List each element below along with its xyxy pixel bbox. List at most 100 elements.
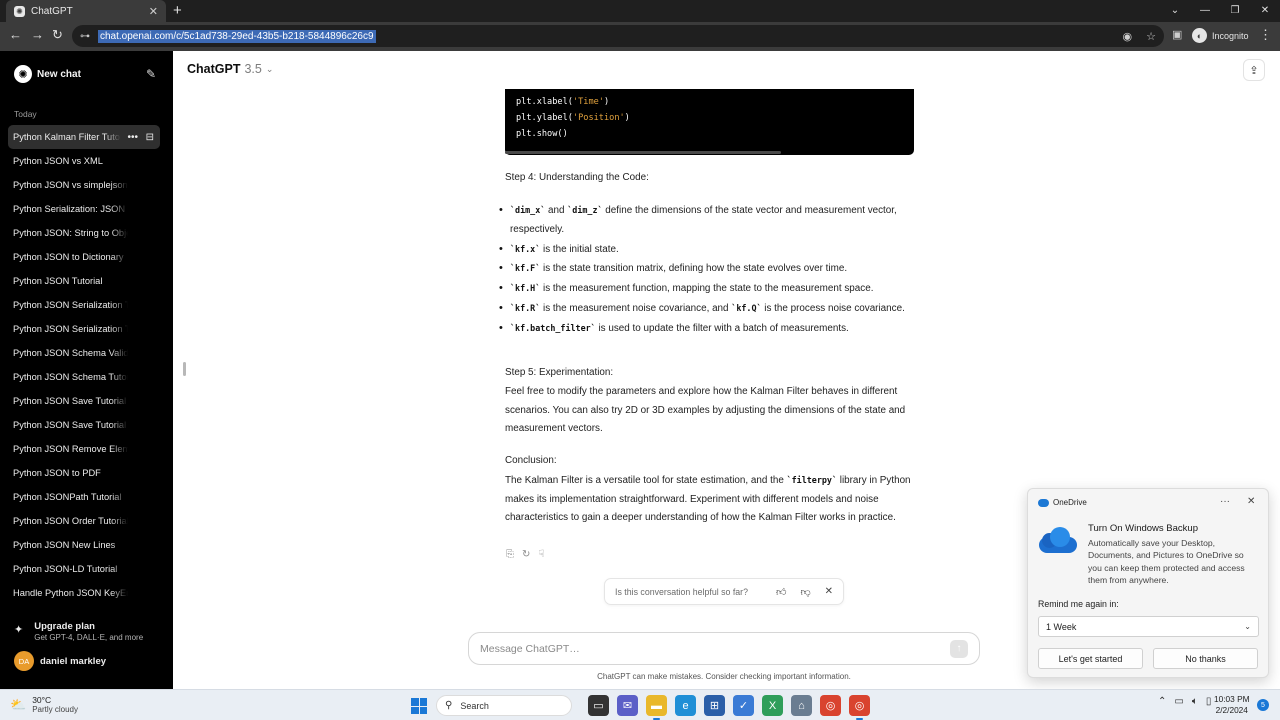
- history-item[interactable]: Python JSON Schema Tutorial: [8, 365, 160, 389]
- taskbar-search[interactable]: ⚲ Search: [436, 695, 572, 716]
- close-window-icon[interactable]: ✕: [1250, 0, 1280, 22]
- copy-icon[interactable]: ⎘: [506, 549, 514, 560]
- feedback-prompt: Is this conversation helpful so far? 👍︎ …: [604, 578, 844, 605]
- chevron-down-icon[interactable]: ⌄: [1160, 0, 1190, 22]
- battery-icon[interactable]: ▯: [1206, 696, 1212, 707]
- upgrade-plan-button[interactable]: ✦ Upgrade plan Get GPT-4, DALL·E, and mo…: [14, 621, 143, 642]
- history-item[interactable]: Python Kalman Filter Tutorial ••• ⊟: [8, 125, 160, 149]
- chrome-incognito-icon[interactable]: ◎: [849, 695, 870, 720]
- history-item[interactable]: Python Serialization: JSON vs Pickle: [8, 197, 160, 221]
- incognito-eye-icon[interactable]: ◉: [1123, 30, 1133, 43]
- model-version: 3.5: [244, 62, 262, 76]
- new-chat-button[interactable]: ✺ New chat ✎: [8, 63, 160, 85]
- show-hidden-icons-icon[interactable]: ⌃: [1158, 696, 1166, 707]
- history-item[interactable]: Python JSON to Dictionary: [8, 245, 160, 269]
- close-tab-icon[interactable]: ✕: [149, 5, 158, 18]
- task-view-icon[interactable]: ▭: [588, 695, 609, 716]
- forward-icon[interactable]: →: [31, 27, 44, 42]
- message-input[interactable]: [480, 642, 950, 655]
- back-icon[interactable]: ←: [9, 27, 22, 42]
- history-item[interactable]: Python JSON Order Tutorial: [8, 509, 160, 533]
- history-item[interactable]: Python JSON Tutorial: [8, 269, 160, 293]
- send-button[interactable]: ↑: [950, 639, 968, 658]
- model-selector[interactable]: ChatGPT 3.5 ⌄: [187, 62, 273, 76]
- sidebar: ✺ New chat ✎ Today Python Kalman Filter …: [0, 51, 173, 689]
- notification-badge[interactable]: 5: [1257, 699, 1269, 711]
- code-scrollbar[interactable]: [505, 151, 781, 154]
- app-icon[interactable]: ✓: [733, 695, 754, 716]
- browser-tab[interactable]: ✺ ChatGPT ✕: [6, 0, 166, 22]
- close-icon[interactable]: ✕: [825, 586, 833, 598]
- list-item: `kf.R` is the measurement noise covarian…: [498, 299, 914, 319]
- no-thanks-button[interactable]: No thanks: [1153, 648, 1258, 669]
- thumbs-up-icon[interactable]: 👍︎: [776, 586, 786, 598]
- network-app-icon[interactable]: ⌂: [791, 695, 812, 716]
- site-info-icon[interactable]: ⊶: [80, 31, 90, 42]
- restore-icon[interactable]: ❐: [1220, 0, 1250, 22]
- reload-icon[interactable]: ↻: [52, 27, 63, 43]
- onedrive-notification: OneDrive ··· ✕ Turn On Windows Backup Au…: [1027, 488, 1269, 678]
- url-text[interactable]: chat.openai.com/c/5c1ad738-29ed-43b5-b21…: [98, 29, 376, 43]
- regenerate-icon[interactable]: ↻: [522, 549, 530, 560]
- close-icon[interactable]: ✕: [1247, 496, 1255, 507]
- incognito-indicator[interactable]: ◐ Incognito: [1192, 28, 1249, 43]
- side-panel-icon[interactable]: ▣: [1172, 28, 1182, 41]
- remind-dropdown[interactable]: 1 Week ⌄: [1038, 616, 1259, 637]
- more-options-icon[interactable]: ···: [1220, 496, 1230, 507]
- history-item[interactable]: Python JSON-LD Tutorial: [8, 557, 160, 581]
- history-item-label: Python JSON: String to Object: [13, 228, 128, 238]
- clock-time: 10:03 PM: [1214, 694, 1250, 704]
- edge-icon[interactable]: e: [675, 695, 696, 716]
- history-item[interactable]: Python JSON to PDF: [8, 461, 160, 485]
- chatgpt-favicon-icon: ✺: [14, 5, 25, 17]
- thumbs-down-icon[interactable]: 👎︎: [800, 586, 810, 598]
- history-item[interactable]: Handle Python JSON KeyError: [8, 581, 160, 605]
- weather-widget[interactable]: ⛅ 30°C Partly cloudy: [10, 695, 78, 714]
- temperature: 30°C: [32, 695, 52, 705]
- new-tab-icon[interactable]: +: [173, 2, 182, 19]
- archive-icon[interactable]: ⊟: [146, 132, 154, 143]
- history-item[interactable]: Python JSON Save Tutorial: [8, 389, 160, 413]
- network-icon[interactable]: ▭: [1174, 696, 1183, 707]
- history-item[interactable]: Python JSON Serialization Tutorial: [8, 293, 160, 317]
- onedrive-icon: [1038, 498, 1049, 507]
- search-icon: ⚲: [445, 700, 453, 711]
- lets-get-started-button[interactable]: Let's get started: [1038, 648, 1143, 669]
- user-menu[interactable]: DA daniel markley: [14, 651, 106, 671]
- file-explorer-icon[interactable]: ▬: [646, 695, 667, 720]
- history-item-label: Python JSON Save Tutorial: [13, 396, 127, 406]
- browser-menu-icon[interactable]: ⋮: [1259, 27, 1272, 43]
- history-item[interactable]: Python JSON vs simplejson: [8, 173, 160, 197]
- history-item[interactable]: Python JSON Remove Element: [8, 437, 160, 461]
- compose-icon[interactable]: ✎: [146, 67, 156, 81]
- bookmark-star-icon[interactable]: ☆: [1146, 30, 1156, 43]
- teams-chat-icon[interactable]: ✉: [617, 695, 638, 716]
- browser-toolbar: ← → ↻ ⊶ chat.openai.com/c/5c1ad738-29ed-…: [0, 22, 1280, 51]
- history-item[interactable]: Python JSON: String to Object: [8, 221, 160, 245]
- sidebar-collapse-handle[interactable]: [183, 362, 186, 376]
- browser-tab-bar: ✺ ChatGPT ✕ + ⌄ — ❐ ✕: [0, 0, 1280, 22]
- conclusion-section: Conclusion: The Kalman Filter is a versa…: [505, 452, 917, 528]
- more-options-icon[interactable]: •••: [127, 132, 138, 143]
- chrome-icon[interactable]: ◎: [820, 695, 841, 716]
- excel-icon[interactable]: X: [762, 695, 783, 716]
- history-item[interactable]: Python JSON Save Tutorial: [8, 413, 160, 437]
- history-item-label: Python JSON-LD Tutorial: [13, 564, 118, 574]
- minimize-icon[interactable]: —: [1190, 0, 1220, 22]
- list-item: `kf.H` is the measurement function, mapp…: [498, 279, 914, 299]
- store-icon[interactable]: ⊞: [704, 695, 725, 716]
- address-bar[interactable]: ⊶ chat.openai.com/c/5c1ad738-29ed-43b5-b…: [72, 25, 1164, 47]
- history-item[interactable]: Python JSON New Lines: [8, 533, 160, 557]
- history-item-label: Python JSON Save Tutorial: [13, 420, 127, 430]
- windows-start-icon[interactable]: [411, 698, 427, 714]
- history-item-label: Python JSON Serialization Tutorial: [13, 324, 128, 334]
- share-button[interactable]: ⇪: [1243, 59, 1265, 81]
- history-item[interactable]: Python JSON vs XML: [8, 149, 160, 173]
- clock[interactable]: 10:03 PM 2/2/2024: [1214, 694, 1250, 716]
- history-item-label: Handle Python JSON KeyError: [13, 588, 128, 598]
- thumbs-down-icon[interactable]: ☟: [538, 549, 544, 560]
- history-item[interactable]: Python JSON Schema Validation: [8, 341, 160, 365]
- history-item[interactable]: Python JSONPath Tutorial: [8, 485, 160, 509]
- volume-icon[interactable]: 🔈︎: [1192, 696, 1198, 707]
- history-item[interactable]: Python JSON Serialization Tutorial: [8, 317, 160, 341]
